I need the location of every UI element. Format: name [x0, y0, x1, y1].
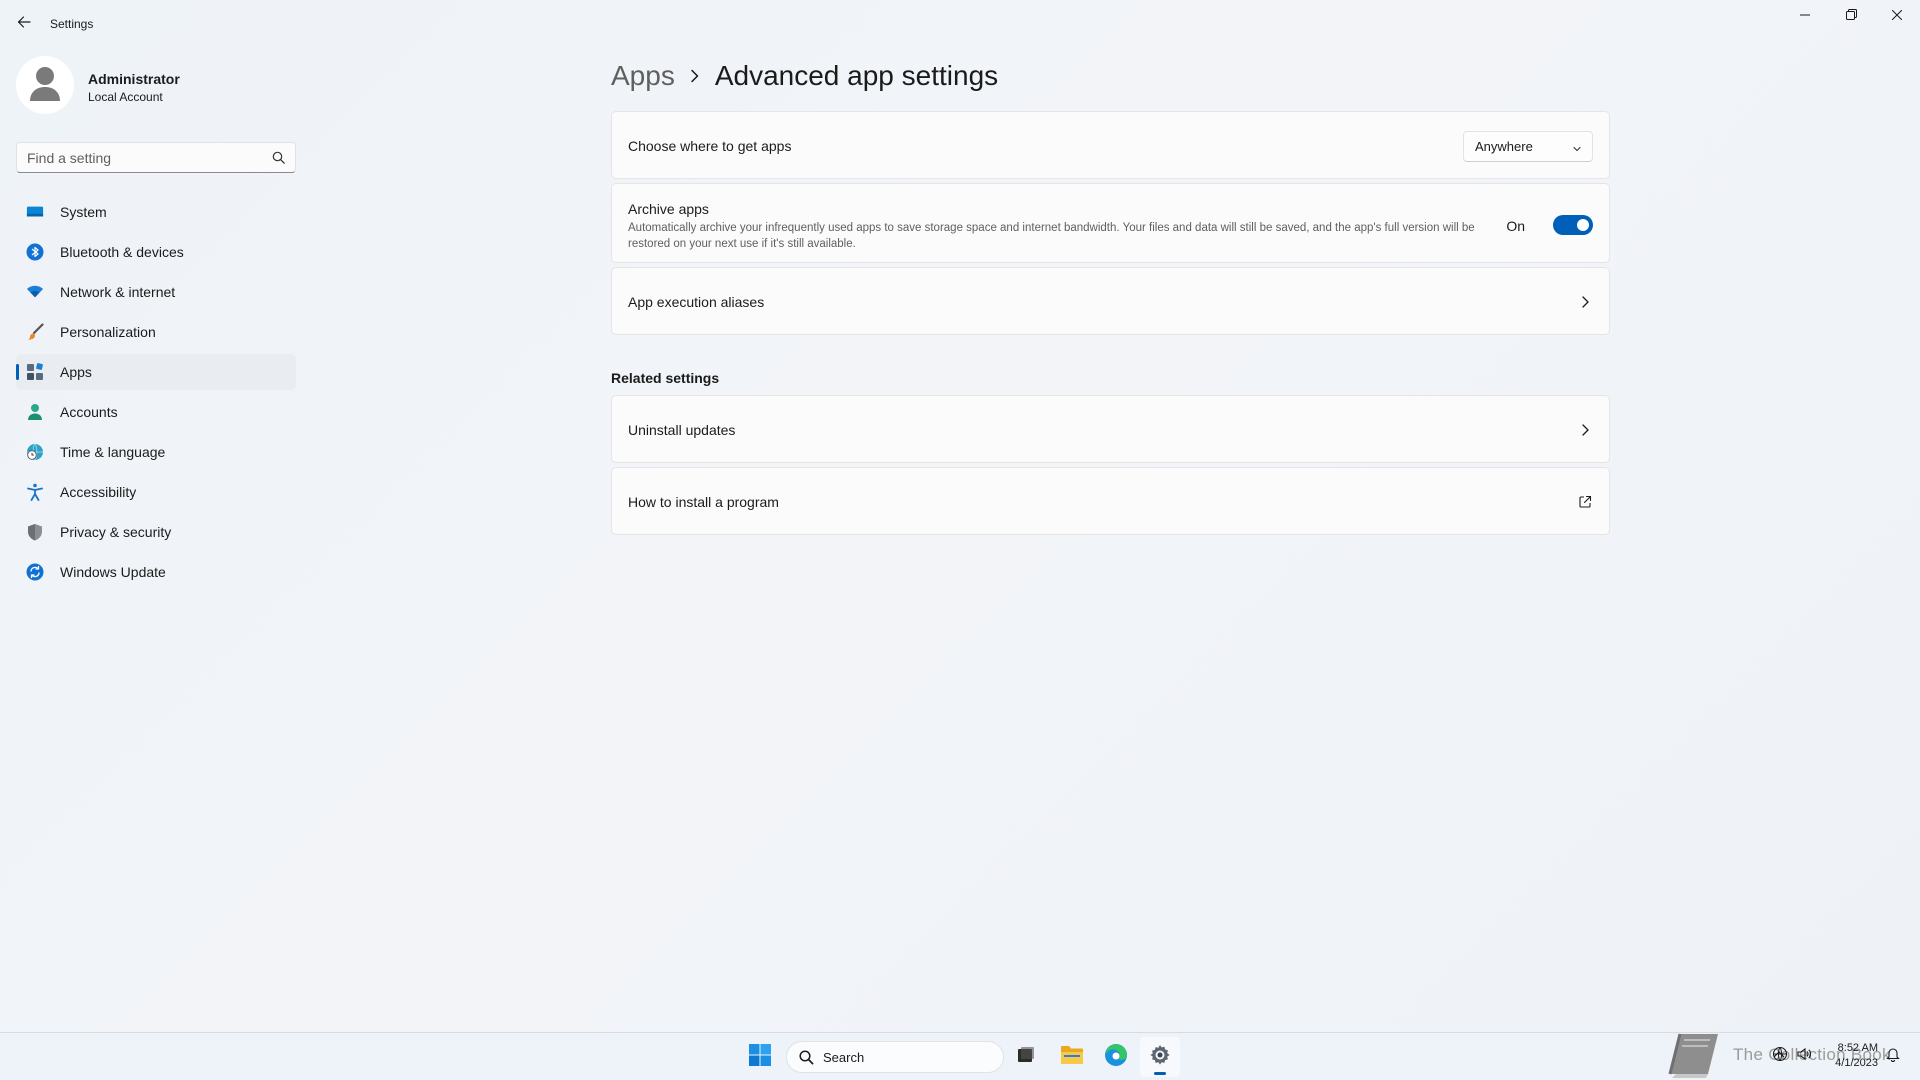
search-input[interactable]: [17, 143, 267, 172]
speaker-icon[interactable]: [1795, 1045, 1813, 1063]
close-button[interactable]: [1874, 0, 1920, 32]
sidebar-item-privacy[interactable]: Privacy & security: [16, 514, 296, 550]
restore-icon: [1845, 7, 1857, 25]
sidebar-item-bluetooth[interactable]: Bluetooth & devices: [16, 234, 296, 270]
archive-apps-card: Archive apps Automatically archive your …: [611, 183, 1610, 263]
sidebar-item-network[interactable]: Network & internet: [16, 274, 296, 310]
archive-apps-label: Archive apps: [628, 201, 709, 217]
arrow-left-icon: [17, 15, 31, 34]
profile-name: Administrator: [88, 71, 180, 87]
search-icon: [799, 1050, 814, 1070]
notifications-icon[interactable]: [1884, 1045, 1902, 1063]
archive-apps-description: Automatically archive your infrequently …: [628, 222, 1475, 250]
chevron-right-icon: [675, 69, 715, 83]
related-settings-heading: Related settings: [611, 370, 720, 386]
user-avatar-icon: [30, 67, 60, 101]
sidebar-item-label: Windows Update: [60, 564, 166, 580]
breadcrumb: Apps Advanced app settings: [611, 56, 998, 96]
archive-apps-toggle[interactable]: [1553, 215, 1593, 235]
windows-logo-icon: [748, 1043, 772, 1072]
sidebar-item-label: Time & language: [60, 444, 166, 460]
sidebar-item-label: Personalization: [60, 324, 156, 340]
sidebar-item-personalization[interactable]: Personalization: [16, 314, 296, 350]
chevron-right-icon: [1577, 422, 1593, 438]
settings-app-button[interactable]: [1140, 1037, 1180, 1077]
update-icon: [26, 563, 44, 581]
taskbar-search-label: Search: [823, 1050, 865, 1065]
uninstall-updates-card[interactable]: Uninstall updates: [611, 395, 1610, 463]
sidebar-item-label: Network & internet: [60, 284, 176, 300]
app-execution-aliases-label: App execution aliases: [628, 294, 765, 310]
app-title: Settings: [50, 17, 94, 31]
uninstall-updates-label: Uninstall updates: [628, 422, 736, 438]
accessibility-icon: [26, 483, 44, 501]
sidebar-item-label: Bluetooth & devices: [60, 244, 184, 260]
sidebar-item-label: Apps: [60, 364, 92, 380]
clock-date[interactable]: 4/1/2023: [1826, 1057, 1878, 1069]
task-view-button[interactable]: [1006, 1037, 1046, 1077]
sidebar-nav: System Bluetooth & devices Network & int…: [16, 194, 296, 594]
gear-icon: [1148, 1043, 1172, 1072]
chevron-down-icon: [1572, 141, 1582, 159]
sidebar-item-label: System: [60, 204, 107, 220]
sidebar-item-apps[interactable]: Apps: [16, 354, 296, 390]
book-logo-icon: [1666, 1030, 1724, 1080]
archive-apps-state-label: On: [1506, 218, 1525, 234]
start-button[interactable]: [740, 1037, 780, 1077]
apps-icon: [26, 363, 44, 381]
sidebar-item-label: Privacy & security: [60, 524, 172, 540]
minimize-button[interactable]: [1782, 0, 1828, 32]
breadcrumb-parent-apps[interactable]: Apps: [611, 60, 675, 92]
close-icon: [1891, 7, 1903, 25]
page-title: Advanced app settings: [714, 60, 999, 91]
sidebar-item-time-language[interactable]: Time & language: [16, 434, 296, 470]
chevron-right-icon: [1577, 294, 1593, 310]
user-profile[interactable]: Administrator Local Account: [16, 56, 296, 116]
external-link-icon: [1577, 494, 1593, 510]
sidebar-item-windows-update[interactable]: Windows Update: [16, 554, 296, 590]
sidebar-item-accounts[interactable]: Accounts: [16, 394, 296, 430]
app-execution-aliases-card[interactable]: App execution aliases: [611, 267, 1610, 335]
toggle-knob: [1577, 219, 1589, 231]
profile-account-type: Local Account: [88, 90, 163, 104]
sidebar-item-label: Accessibility: [60, 484, 137, 500]
system-icon: [26, 203, 44, 221]
back-button[interactable]: [10, 10, 38, 38]
network-globe-icon[interactable]: [1771, 1045, 1789, 1063]
app-source-selected-value: Anywhere: [1475, 139, 1533, 154]
globe-clock-icon: [26, 443, 44, 461]
taskbar-search[interactable]: Search: [786, 1041, 1004, 1073]
sidebar-item-accessibility[interactable]: Accessibility: [16, 474, 296, 510]
choose-app-source-card: Choose where to get apps Anywhere: [611, 111, 1610, 179]
edge-browser-button[interactable]: [1096, 1037, 1136, 1077]
title-bar: Settings: [0, 0, 1920, 48]
maximize-button[interactable]: [1828, 0, 1874, 32]
file-explorer-button[interactable]: [1052, 1037, 1092, 1077]
search-icon[interactable]: [272, 151, 285, 169]
how-to-install-program-label: How to install a program: [628, 494, 779, 510]
sidebar-item-label: Accounts: [60, 404, 118, 420]
task-view-icon: [1016, 1045, 1036, 1070]
folder-icon: [1060, 1044, 1084, 1071]
bluetooth-icon: [26, 243, 44, 261]
shield-icon: [26, 523, 44, 541]
brush-icon: [26, 323, 44, 341]
minimize-icon: [1800, 7, 1810, 25]
wifi-icon: [26, 283, 44, 301]
sidebar-item-system[interactable]: System: [16, 194, 296, 230]
avatar: [16, 56, 74, 114]
person-icon: [26, 403, 44, 421]
clock-time[interactable]: 8:52 AM: [1830, 1042, 1878, 1054]
app-source-dropdown[interactable]: Anywhere: [1463, 131, 1593, 162]
choose-app-source-label: Choose where to get apps: [628, 138, 792, 154]
settings-search[interactable]: [16, 142, 296, 173]
taskbar: Search: [0, 1032, 1920, 1080]
how-to-install-program-card[interactable]: How to install a program: [611, 467, 1610, 535]
edge-icon: [1104, 1043, 1128, 1072]
